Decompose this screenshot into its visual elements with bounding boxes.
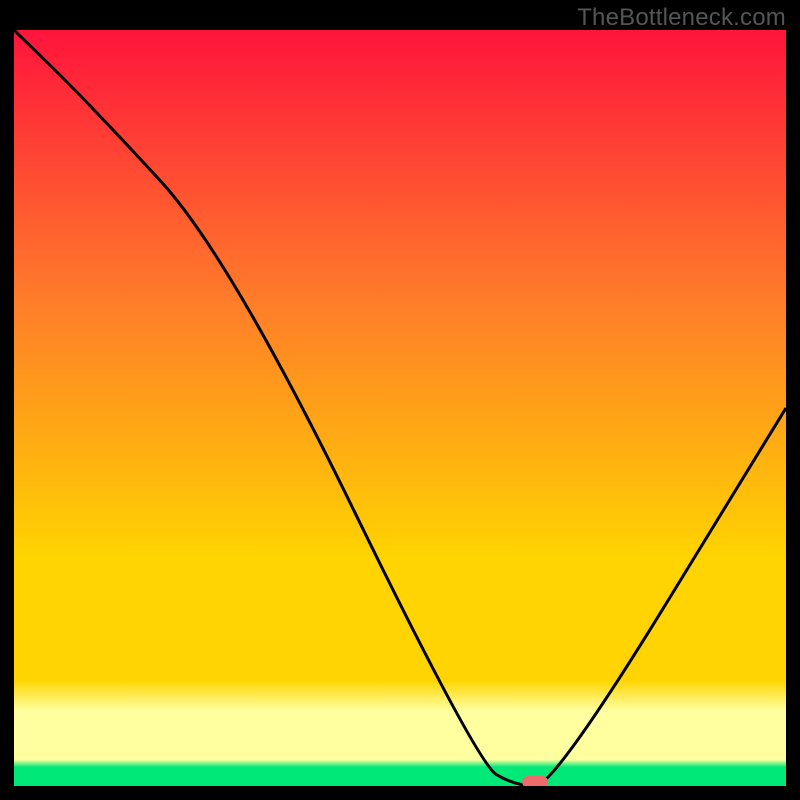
chart-svg <box>14 30 786 786</box>
chart-frame: TheBottleneck.com <box>0 0 800 800</box>
plot-area <box>14 30 786 786</box>
watermark-text: TheBottleneck.com <box>577 4 786 32</box>
gradient-bg <box>14 30 786 786</box>
valley-marker <box>522 776 548 786</box>
